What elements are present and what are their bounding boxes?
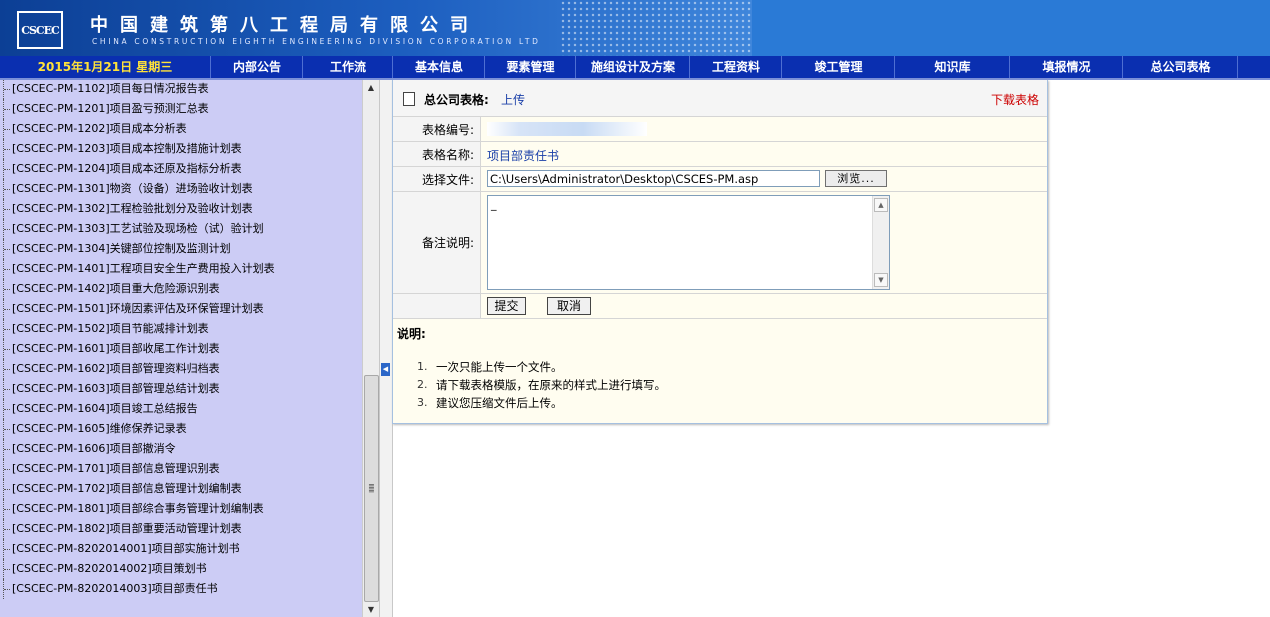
tree-item[interactable]: [CSCEC-PM-1602]项目部管理资料归档表	[0, 359, 362, 379]
file-select-row: 选择文件: C:\Users\Administrator\Desktop\CSC…	[393, 167, 1047, 192]
main-nav: 2015年1月21日 星期三 内部公告 工作流 基本信息 要素管理 施组设计及方…	[0, 56, 1270, 80]
form-code-row: 表格编号:	[393, 117, 1047, 142]
tree-item[interactable]: [CSCEC-PM-1802]项目部重要活动管理计划表	[0, 519, 362, 539]
nav-item-overflow	[1237, 56, 1270, 78]
tree-item[interactable]: [CSCEC-PM-1301]物资（设备）进场验收计划表	[0, 179, 362, 199]
submit-button[interactable]: 提交	[487, 297, 526, 315]
instructions-title: 说明:	[397, 327, 426, 341]
tree-item[interactable]: [CSCEC-PM-1204]项目成本还原及指标分析表	[0, 159, 362, 179]
company-name-en: CHINA CONSTRUCTION EIGHTH ENGINEERING DI…	[92, 37, 541, 46]
tree-item[interactable]: [CSCEC-PM-1502]项目节能减排计划表	[0, 319, 362, 339]
file-select-label: 选择文件:	[393, 167, 481, 191]
nav-item-construction-design[interactable]: 施组设计及方案	[575, 56, 690, 78]
nav-item-completion[interactable]: 竣工管理	[781, 56, 895, 78]
instruction-item: 3. 建议您压缩文件后上传。	[417, 396, 563, 410]
nav-date: 2015年1月21日 星期三	[37, 60, 173, 74]
tree-item[interactable]: [CSCEC-PM-1203]项目成本控制及措施计划表	[0, 139, 362, 159]
form-code-value	[487, 122, 647, 136]
instructions-list: 1. 一次只能上传一个文件。 2. 请下载表格模版，在原来的样式上进行填写。 3. 建…	[397, 358, 1037, 412]
header-dot-pattern	[560, 0, 752, 56]
tree-item[interactable]: [CSCEC-PM-1303]工艺试验及现场检（试）验计划	[0, 219, 362, 239]
form-name-row: 表格名称: 项目部责任书	[393, 142, 1047, 167]
cancel-button[interactable]: 取消	[547, 297, 591, 315]
site-header: CSCEC 中国建筑第八工程局有限公司 CHINA CONSTRUCTION E…	[0, 0, 1270, 56]
nav-item-knowledge-base[interactable]: 知识库	[894, 56, 1010, 78]
instruction-item: 1. 一次只能上传一个文件。	[417, 360, 563, 374]
sidebar-scrollbar[interactable]: ▲ ═ ═ ═ ▼	[362, 80, 379, 617]
tree-item[interactable]: [CSCEC-PM-1603]项目部管理总结计划表	[0, 379, 362, 399]
scroll-up-arrow-icon[interactable]: ▲	[363, 80, 379, 96]
tree-item[interactable]: [CSCEC-PM-1606]项目部撤消令	[0, 439, 362, 459]
tree-item[interactable]: [CSCEC-PM-1102]项目每日情况报告表	[0, 80, 362, 99]
nav-item-report-status[interactable]: 填报情况	[1009, 56, 1123, 78]
tree-item[interactable]: [CSCEC-PM-1801]项目部综合事务管理计划编制表	[0, 499, 362, 519]
tree-item[interactable]: [CSCEC-PM-1402]项目重大危险源识别表	[0, 279, 362, 299]
document-icon	[403, 92, 415, 106]
tree-item[interactable]: [CSCEC-PM-1701]项目部信息管理识别表	[0, 459, 362, 479]
scroll-down-arrow-icon[interactable]: ▼	[363, 603, 379, 617]
form-name-value: 项目部责任书	[487, 149, 560, 163]
tree-item[interactable]: [CSCEC-PM-1604]项目竣工总结报告	[0, 399, 362, 419]
tree-item[interactable]: [CSCEC-PM-1202]项目成本分析表	[0, 119, 362, 139]
nav-item-hq-forms[interactable]: 总公司表格	[1122, 56, 1238, 78]
pane-divider: ◀	[379, 80, 393, 617]
panel-action: 上传	[501, 93, 526, 107]
instruction-item: 2. 请下载表格模版，在原来的样式上进行填写。	[417, 378, 666, 392]
remark-textarea[interactable]: _ ▲ ▼	[487, 195, 890, 290]
scroll-thumb[interactable]: ═ ═ ═	[364, 375, 379, 602]
file-path-input[interactable]: C:\Users\Administrator\Desktop\CSCES-PM.…	[487, 170, 820, 187]
tree-item[interactable]: [CSCEC-PM-8202014001]项目部实施计划书	[0, 539, 362, 559]
instructions: 说明: 1. 一次只能上传一个文件。 2. 请下载表格模版，在原来的样式上进行填写。…	[397, 325, 1037, 412]
download-form-link[interactable]: 下载表格	[991, 91, 1039, 108]
remark-scrollbar[interactable]: ▲ ▼	[872, 196, 889, 289]
panel-header: 总公司表格: 上传 下载表格	[393, 80, 1047, 117]
company-logo: CSCEC	[17, 11, 63, 49]
nav-item-workflow[interactable]: 工作流	[302, 56, 393, 78]
tree-item[interactable]: [CSCEC-PM-1401]工程项目安全生产费用投入计划表	[0, 259, 362, 279]
tree-item[interactable]: [CSCEC-PM-1501]环境因素评估及环保管理计划表	[0, 299, 362, 319]
tree-item[interactable]: [CSCEC-PM-1201]项目盈亏预测汇总表	[0, 99, 362, 119]
nav-item-elements[interactable]: 要素管理	[484, 56, 576, 78]
grip-icon: ═ ═ ═	[369, 481, 374, 496]
tree-item[interactable]: [CSCEC-PM-8202014003]项目部责任书	[0, 579, 362, 599]
company-name-cn: 中国建筑第八工程局有限公司	[90, 15, 480, 36]
remark-row: 备注说明: _ ▲ ▼	[393, 192, 1047, 294]
remark-text: _	[491, 198, 497, 211]
collapse-sidebar-icon[interactable]: ◀	[381, 363, 390, 376]
form-name-label: 表格名称:	[393, 142, 481, 166]
scroll-down-arrow-icon[interactable]: ▼	[874, 273, 888, 287]
browse-button[interactable]: 浏览...	[825, 170, 887, 187]
buttons-label-cell	[393, 294, 481, 318]
scroll-up-arrow-icon[interactable]: ▲	[874, 198, 888, 212]
tree-item[interactable]: [CSCEC-PM-1605]维修保养记录表	[0, 419, 362, 439]
form-tree: [CSCEC-PM-1102]项目每日情况报告表 [CSCEC-PM-1201]…	[0, 80, 362, 599]
tree-item[interactable]: [CSCEC-PM-1601]项目部收尾工作计划表	[0, 339, 362, 359]
nav-item-basic-info[interactable]: 基本信息	[392, 56, 485, 78]
tree-item[interactable]: [CSCEC-PM-1302]工程检验批划分及验收计划表	[0, 199, 362, 219]
nav-item-engineering-docs[interactable]: 工程资料	[689, 56, 782, 78]
form-tree-sidebar: [CSCEC-PM-1102]项目每日情况报告表 [CSCEC-PM-1201]…	[0, 80, 363, 617]
tree-item[interactable]: [CSCEC-PM-8202014002]项目策划书	[0, 559, 362, 579]
header-right-band	[752, 0, 1270, 56]
tree-item[interactable]: [CSCEC-PM-1702]项目部信息管理计划编制表	[0, 479, 362, 499]
remark-label: 备注说明:	[393, 192, 481, 293]
form-buttons-row: 提交 取消	[393, 294, 1047, 319]
panel-title: 总公司表格:	[424, 93, 489, 107]
form-code-label: 表格编号:	[393, 117, 481, 141]
upload-form-panel: 总公司表格: 上传 下载表格 表格编号: 表格名称: 项目部责任书 选择文件: …	[392, 80, 1048, 424]
nav-item-internal-notice[interactable]: 内部公告	[210, 56, 303, 78]
tree-item[interactable]: [CSCEC-PM-1304]关键部位控制及监测计划	[0, 239, 362, 259]
